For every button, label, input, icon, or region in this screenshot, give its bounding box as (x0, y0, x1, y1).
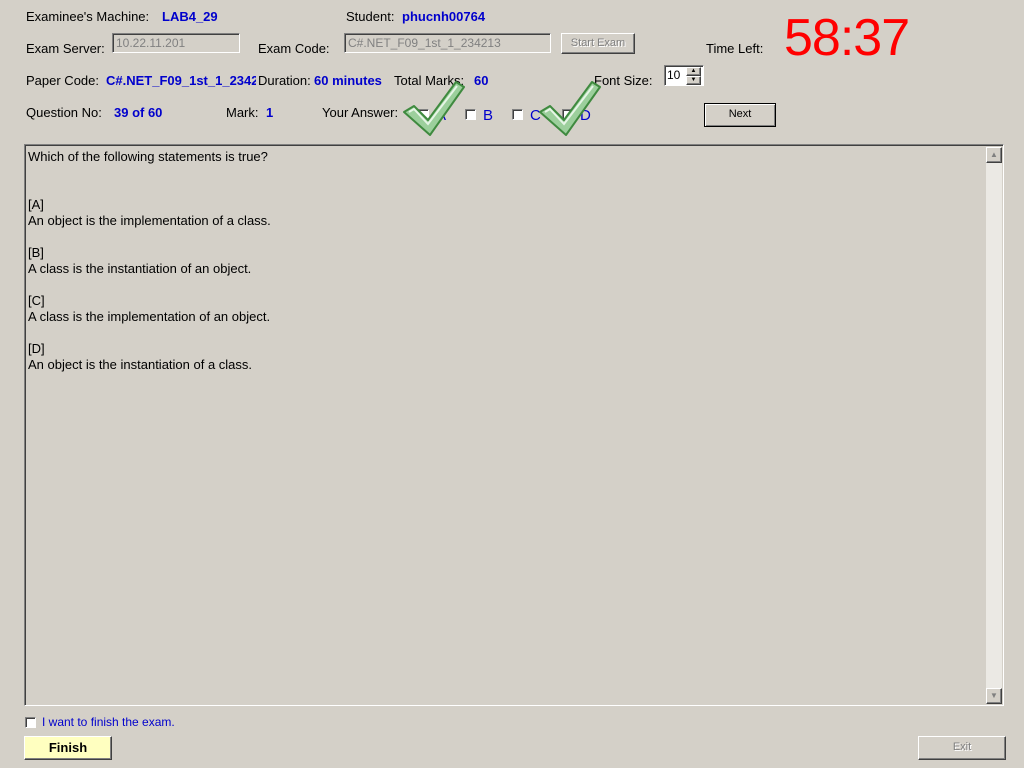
machine-label: Examinee's Machine: (26, 9, 150, 24)
time-left-value: 58:37 (784, 9, 910, 67)
check-mark-icon (539, 81, 601, 136)
question-line: An object is the instantiation of a clas… (28, 357, 253, 372)
question-no-value: 39 of 60 (114, 105, 163, 120)
question-line (28, 165, 988, 181)
your-answer-label: Your Answer: (322, 105, 399, 120)
question-line (28, 229, 988, 245)
paper-code-label: Paper Code: (26, 73, 99, 88)
student-value: phucnh00764 (402, 9, 486, 24)
total-marks-value: 60 (474, 73, 489, 88)
question-line: A class is the implementation of an obje… (28, 309, 271, 324)
finish-confirm-label[interactable]: I want to finish the exam. (42, 715, 175, 729)
question-line: A class is the instantiation of an objec… (28, 261, 252, 276)
question-line (28, 325, 988, 341)
server-label: Exam Server: (26, 41, 105, 56)
answer-b-label[interactable]: B (483, 107, 493, 124)
exam-code-field: C#.NET_F09_1st_1_234213 (344, 33, 551, 53)
question-line: [B] (28, 245, 44, 260)
finish-confirm-checkbox[interactable] (25, 717, 36, 728)
question-line (28, 181, 988, 197)
mark-value: 1 (266, 105, 274, 120)
exit-button[interactable]: Exit (918, 736, 1006, 760)
question-text: Which of the following statements is tru… (28, 149, 988, 373)
question-line: [C] (28, 293, 45, 308)
exam-code-label: Exam Code: (258, 41, 330, 56)
question-line: [D] (28, 341, 45, 356)
duration-label: Duration: (258, 73, 311, 88)
scroll-down-arrow-icon[interactable]: ▼ (986, 688, 1002, 704)
answer-c-checkbox[interactable] (512, 109, 523, 120)
question-line (28, 277, 988, 293)
question-panel[interactable]: Which of the following statements is tru… (24, 144, 1004, 706)
start-exam-button[interactable]: Start Exam (561, 33, 635, 54)
font-size-up-icon[interactable]: ▲ (686, 67, 701, 76)
scrollbar[interactable]: ▲ ▼ (986, 147, 1002, 704)
time-left-label: Time Left: (706, 41, 764, 56)
question-line: An object is the implementation of a cla… (28, 213, 271, 228)
paper-code-value-wrap: C#.NET_F09_1st_1_234213 (106, 73, 256, 88)
check-mark-icon (403, 81, 465, 136)
font-size-down-icon[interactable]: ▼ (686, 76, 701, 85)
machine-value: LAB4_29 (162, 9, 218, 24)
font-size-value: 10 (667, 68, 681, 82)
question-line: [A] (28, 197, 44, 212)
finish-button[interactable]: Finish (24, 736, 112, 760)
scroll-up-arrow-icon[interactable]: ▲ (986, 147, 1002, 163)
paper-code-value: C#.NET_F09_1st_1_234213 (106, 73, 256, 88)
server-field: 10.22.11.201 (112, 33, 240, 53)
question-no-label: Question No: (26, 105, 102, 120)
next-button[interactable]: Next (704, 103, 776, 127)
duration-value: 60 minutes (314, 73, 382, 88)
mark-label: Mark: (226, 105, 259, 120)
question-line: Which of the following statements is tru… (28, 149, 268, 164)
student-label: Student: (346, 9, 395, 24)
